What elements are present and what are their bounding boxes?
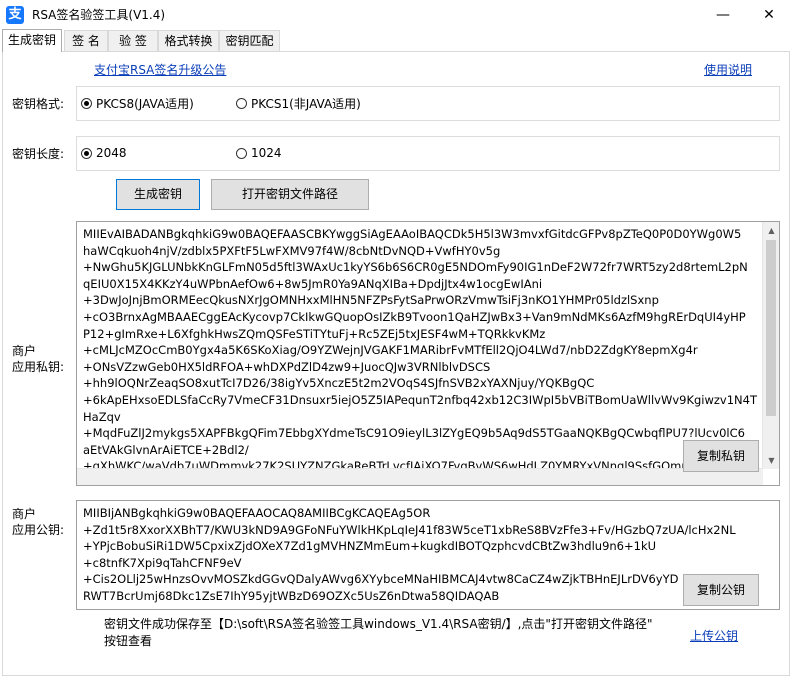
private-key-vscrollbar[interactable]: ▲ ▼ (762, 222, 779, 469)
alipay-icon: 支 (6, 6, 24, 24)
status-message: 密钥文件成功保存至【D:\soft\RSA签名验签工具windows_V1.4\… (104, 616, 652, 650)
private-key-text: MIIEvAIBADANBgkqhkiG9w0BAQEFAASCBKYwggSi… (83, 227, 757, 474)
public-key-label-line2: 应用公钥: (12, 523, 65, 537)
private-key-label-line2: 应用私钥: (12, 360, 65, 374)
status-line1: 密钥文件成功保存至【D:\soft\RSA签名验签工具windows_V1.4\… (104, 617, 653, 631)
tab-key-match[interactable]: 密钥匹配 (219, 30, 280, 51)
radio-selected-indicator (81, 98, 92, 109)
close-button[interactable]: ✕ (746, 0, 792, 30)
key-length-group (76, 136, 780, 171)
radio-2048-label: 2048 (96, 146, 127, 160)
title-bar: 支 RSA签名验签工具(V1.4) — ✕ (0, 0, 792, 30)
radio-unselected-indicator (236, 98, 247, 109)
radio-pkcs1[interactable]: PKCS1(非JAVA适用) (236, 95, 361, 112)
manual-link[interactable]: 使用说明 (704, 61, 752, 78)
public-key-label-line1: 商户 (12, 507, 37, 521)
private-key-label-line1: 商户 (12, 344, 37, 358)
private-key-label: 商户 应用私钥: (12, 343, 64, 375)
generate-key-button[interactable]: 生成密钥 (116, 179, 200, 210)
radio-1024-label: 1024 (251, 146, 282, 160)
status-line2: 按钮查看 (104, 634, 153, 648)
public-key-text: MIIBIjANBgkqhkiG9w0BAQEFAAOCAQ8AMIIBCgKC… (83, 506, 736, 603)
key-length-label: 密钥长度: (12, 147, 65, 161)
public-key-label: 商户 应用公钥: (12, 506, 64, 538)
radio-unselected-indicator (236, 147, 247, 159)
upload-public-key-link[interactable]: 上传公钥 (690, 627, 738, 644)
scroll-up-icon[interactable]: ▲ (763, 222, 779, 239)
public-key-textarea[interactable]: MIIBIjANBgkqhkiG9w0BAQEFAAOCAQ8AMIIBCgKC… (76, 500, 780, 610)
window-title: RSA签名验签工具(V1.4) (32, 8, 166, 22)
radio-pkcs8-label: PKCS8(JAVA适用) (96, 97, 194, 111)
tab-generate-key[interactable]: 生成密钥 (2, 29, 62, 52)
announcement-link[interactable]: 支付宝RSA签名升级公告 (94, 61, 226, 78)
private-key-hscrollbar[interactable] (77, 468, 763, 485)
open-key-path-button[interactable]: 打开密钥文件路径 (211, 179, 369, 210)
tab-format-convert[interactable]: 格式转换 (158, 30, 219, 51)
key-format-label: 密钥格式: (12, 97, 65, 111)
scroll-thumb[interactable] (766, 240, 776, 416)
radio-pkcs1-label: PKCS1(非JAVA适用) (251, 97, 361, 111)
minimize-button[interactable]: — (700, 0, 746, 30)
radio-1024[interactable]: 1024 (236, 146, 282, 160)
radio-pkcs8[interactable]: PKCS8(JAVA适用) (81, 95, 194, 112)
copy-public-key-button[interactable]: 复制公钥 (683, 574, 759, 606)
scroll-down-icon[interactable]: ▼ (763, 452, 779, 469)
tab-sign[interactable]: 签 名 (64, 30, 108, 51)
private-key-textarea[interactable]: MIIEvAIBADANBgkqhkiG9w0BAQEFAASCBKYwggSi… (76, 221, 780, 486)
radio-2048[interactable]: 2048 (81, 146, 127, 160)
tab-verify[interactable]: 验 签 (108, 30, 158, 51)
copy-private-key-button[interactable]: 复制私钥 (683, 440, 759, 472)
radio-selected-indicator (81, 147, 92, 159)
